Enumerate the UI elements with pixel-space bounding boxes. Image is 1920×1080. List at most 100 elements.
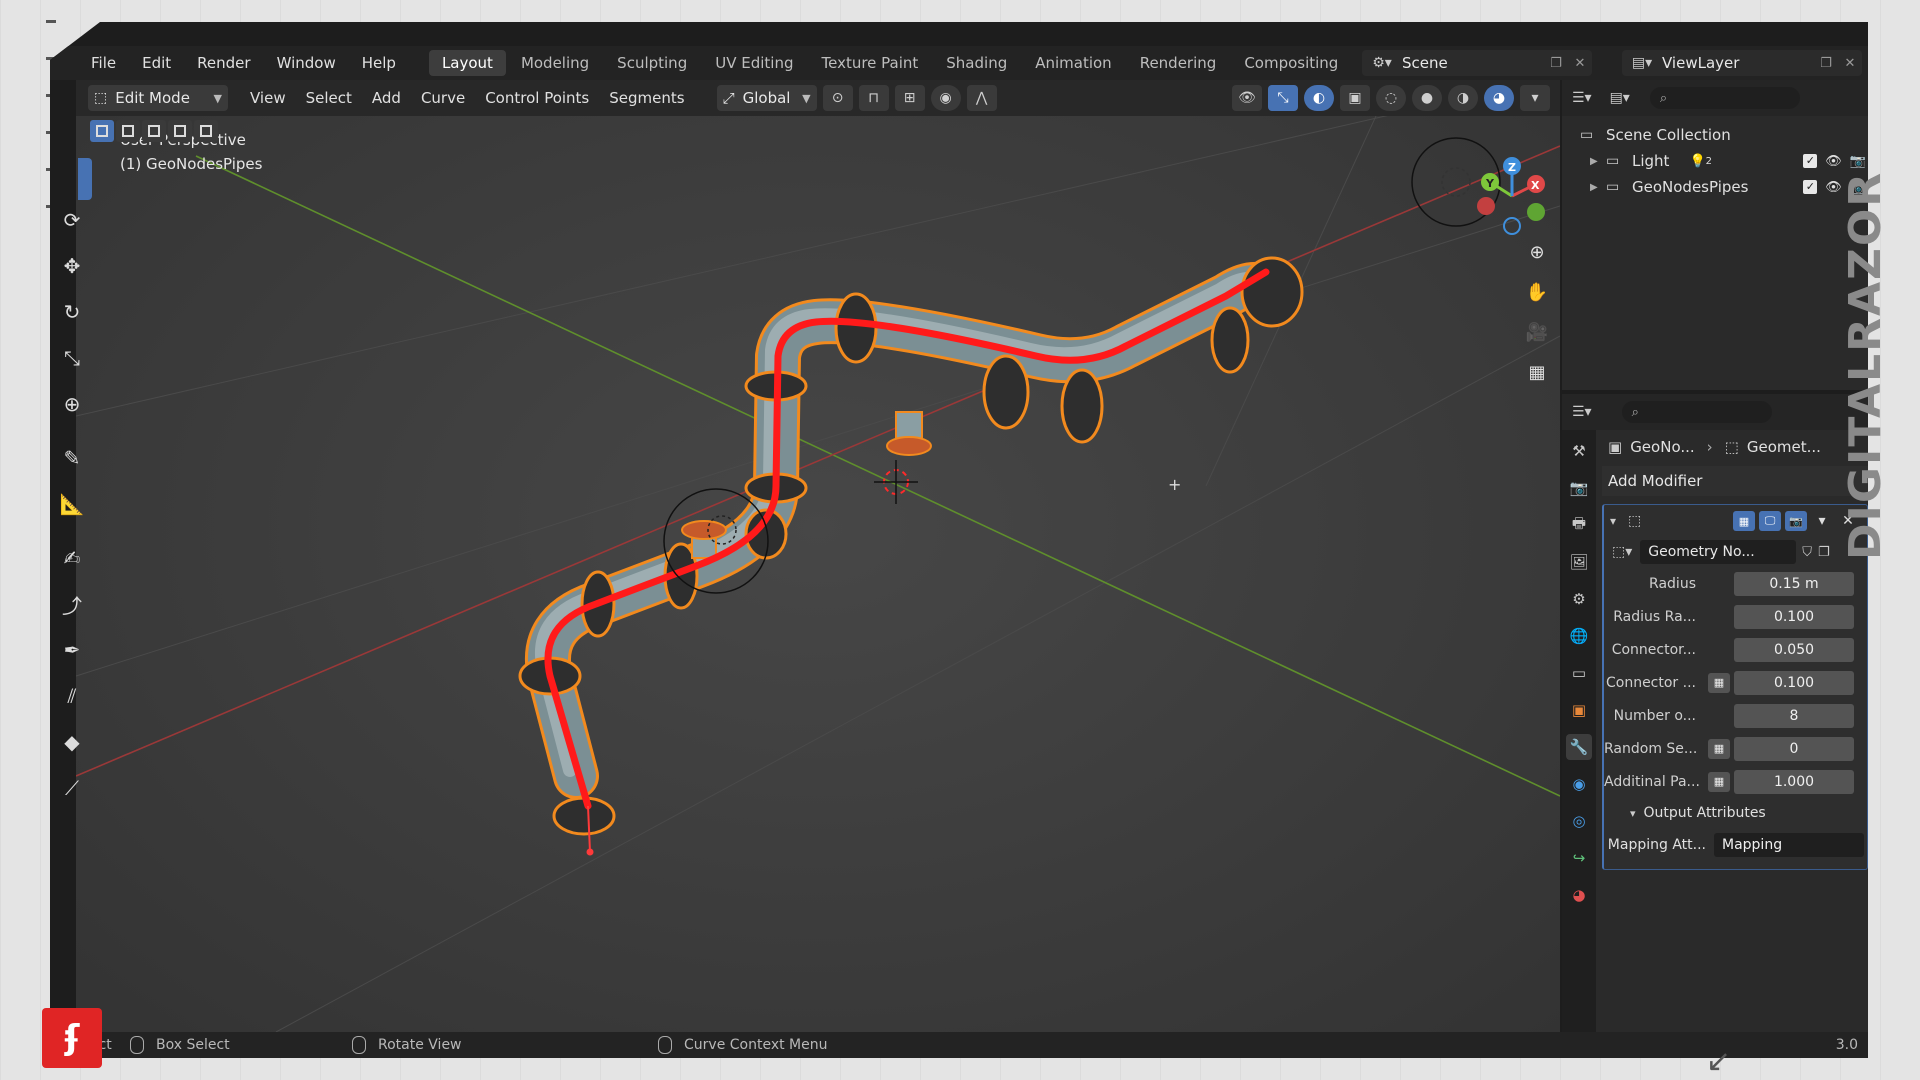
menu-segments[interactable]: Segments: [599, 89, 694, 107]
extrude-curve-tool-icon[interactable]: ⤴: [54, 586, 90, 622]
camera-icon[interactable]: 🎥: [1521, 316, 1553, 348]
menu-file[interactable]: File: [78, 54, 129, 72]
input-value-field[interactable]: 0.15 m: [1734, 571, 1854, 596]
input-value-field[interactable]: 0.100: [1734, 604, 1854, 629]
mapping-attribute-field[interactable]: Mapping: [1714, 832, 1864, 857]
tab-texture-paint[interactable]: Texture Paint: [808, 50, 931, 76]
input-value-field[interactable]: 0: [1734, 736, 1854, 761]
modifier-tab-icon[interactable]: 🔧: [1566, 734, 1592, 760]
rendered-shading-icon[interactable]: ◕: [1484, 85, 1514, 111]
outliner-item-geonodespipes[interactable]: ▶ ▭ GeoNodesPipes ✓ 👁 📷: [1580, 174, 1868, 200]
attribute-toggle-icon[interactable]: ▦: [1708, 738, 1730, 759]
material-tab-icon[interactable]: ◕: [1566, 882, 1592, 908]
close-scene-icon[interactable]: ✕: [1568, 56, 1592, 71]
visibility-icon[interactable]: 👁: [1232, 85, 1262, 111]
3d-cursor[interactable]: [874, 460, 918, 504]
menu-window[interactable]: Window: [264, 54, 349, 72]
expand-arrow-icon[interactable]: ▶: [1590, 156, 1606, 167]
tab-sculpting[interactable]: Sculpting: [604, 50, 700, 76]
transform-tool-icon[interactable]: ⊕: [54, 386, 90, 422]
curve-endpoint[interactable]: [586, 848, 594, 856]
menu-control-points[interactable]: Control Points: [475, 89, 599, 107]
wireframe-shading-icon[interactable]: ◌: [1376, 85, 1406, 111]
menu-view[interactable]: View: [240, 89, 296, 107]
material-shading-icon[interactable]: ◑: [1448, 85, 1478, 111]
node-group-selector[interactable]: ⬚▾ Geometry No... ⛉ ❐: [1604, 537, 1867, 567]
render-tab-icon[interactable]: 📷: [1566, 475, 1592, 501]
overlay-toggle-icon[interactable]: ◐: [1304, 85, 1334, 111]
outliner-filter-icon[interactable]: ☰▾: [1572, 90, 1592, 106]
render-toggle-icon[interactable]: 📷: [1785, 511, 1807, 531]
input-value-field[interactable]: 0.050: [1734, 637, 1854, 662]
eye-icon[interactable]: 👁: [1825, 154, 1842, 169]
viewport-toggle-icon[interactable]: 🖵: [1759, 511, 1781, 531]
attribute-toggle-icon[interactable]: ▦: [1708, 672, 1730, 693]
physics-tab-icon[interactable]: ◎: [1566, 808, 1592, 834]
scale-tool-icon[interactable]: ⤡: [54, 340, 90, 376]
scene-selector[interactable]: ⚙▾ Scene ❐ ✕: [1362, 50, 1592, 76]
add-modifier-button[interactable]: Add Modifier: [1602, 466, 1868, 496]
measure-tool-icon[interactable]: 📐: [54, 486, 90, 522]
mode-dropdown[interactable]: ⬚ Edit Mode ▼: [88, 85, 228, 111]
fake-user-shield-icon[interactable]: ⛉: [1802, 545, 1812, 560]
close-view-layer-icon[interactable]: ✕: [1838, 56, 1862, 71]
radius-tool-icon[interactable]: ✒: [54, 632, 90, 668]
grid-perspective-icon[interactable]: ▦: [1521, 356, 1553, 388]
tool-tab-icon[interactable]: ⚒: [1566, 438, 1592, 464]
attribute-toggle-icon[interactable]: ▦: [1708, 771, 1730, 792]
shear-tool-icon[interactable]: ◆: [54, 724, 90, 760]
include-checkbox[interactable]: ✓: [1803, 153, 1818, 168]
select-new-icon[interactable]: [90, 120, 114, 142]
output-attributes-subpanel[interactable]: ▾ Output Attributes: [1604, 798, 1867, 828]
snap-target-icon[interactable]: ⊞: [894, 85, 925, 111]
duplicate-icon[interactable]: ❐: [1818, 545, 1830, 560]
display-mode-icon[interactable]: ▤▾: [1610, 90, 1630, 106]
particles-tab-icon[interactable]: ◉: [1566, 771, 1592, 797]
expand-arrow-icon[interactable]: ▶: [1590, 182, 1606, 193]
view-layer-selector[interactable]: ▤▾ ViewLayer ❐ ✕: [1622, 50, 1862, 76]
outliner-root[interactable]: ▭ Scene Collection: [1580, 122, 1868, 148]
edit-mode-toggle-icon[interactable]: ▦: [1733, 511, 1755, 531]
gizmo-toggle-icon[interactable]: ⤡: [1268, 85, 1298, 111]
scene-tab-icon[interactable]: ⚙: [1566, 586, 1592, 612]
constraints-tab-icon[interactable]: ↪: [1566, 845, 1592, 871]
shading-options-icon[interactable]: ▾: [1520, 85, 1550, 111]
tab-layout[interactable]: Layout: [428, 50, 506, 76]
snap-icon[interactable]: ⊓: [858, 85, 889, 111]
modifier-menu-icon[interactable]: ▾: [1811, 511, 1833, 531]
menu-render[interactable]: Render: [184, 54, 263, 72]
tilt-tool-icon[interactable]: ⫽: [54, 678, 90, 714]
menu-select[interactable]: Select: [296, 89, 362, 107]
cursor-tool-icon[interactable]: ⟳: [54, 202, 90, 238]
falloff-icon[interactable]: ⋀: [966, 85, 997, 111]
include-checkbox[interactable]: ✓: [1803, 179, 1818, 194]
tab-compositing[interactable]: Compositing: [1231, 50, 1351, 76]
outliner-search-input[interactable]: ⌕: [1649, 87, 1800, 109]
select-extend-icon[interactable]: [116, 120, 140, 142]
navigation-gizmo[interactable]: X Y Z: [1411, 137, 1545, 235]
select-subtract-icon[interactable]: [142, 120, 166, 142]
menu-add[interactable]: Add: [362, 89, 411, 107]
select-intersect-icon[interactable]: [194, 120, 218, 142]
zoom-icon[interactable]: ⊕: [1521, 236, 1553, 268]
copy-view-layer-icon[interactable]: ❐: [1814, 56, 1838, 71]
menu-edit[interactable]: Edit: [129, 54, 184, 72]
select-invert-icon[interactable]: [168, 120, 192, 142]
collection-tab-icon[interactable]: ▭: [1566, 660, 1592, 686]
editor-type-icon[interactable]: ☰▾: [1572, 404, 1592, 420]
input-value-field[interactable]: 8: [1734, 703, 1854, 728]
move-tool-icon[interactable]: ✥: [54, 248, 90, 284]
object-tab-icon[interactable]: ▣: [1566, 697, 1592, 723]
randomize-tool-icon[interactable]: ⟋: [54, 770, 90, 806]
world-tab-icon[interactable]: 🌐: [1566, 623, 1592, 649]
draw-curve-tool-icon[interactable]: ✍: [54, 540, 90, 576]
pivot-point-icon[interactable]: ⊙: [822, 85, 853, 111]
collapse-chevron-icon[interactable]: ▾: [1610, 514, 1628, 528]
copy-scene-icon[interactable]: ❐: [1544, 56, 1568, 71]
outliner-item-light[interactable]: ▶ ▭ Light 💡 2 ✓ 👁 📷: [1580, 148, 1868, 174]
input-value-field[interactable]: 0.100: [1734, 670, 1854, 695]
proportional-edit-icon[interactable]: ◉: [930, 85, 961, 111]
render-camera-icon[interactable]: 📷: [1850, 154, 1866, 169]
rotate-tool-icon[interactable]: ↻: [54, 294, 90, 330]
menu-curve[interactable]: Curve: [411, 89, 475, 107]
